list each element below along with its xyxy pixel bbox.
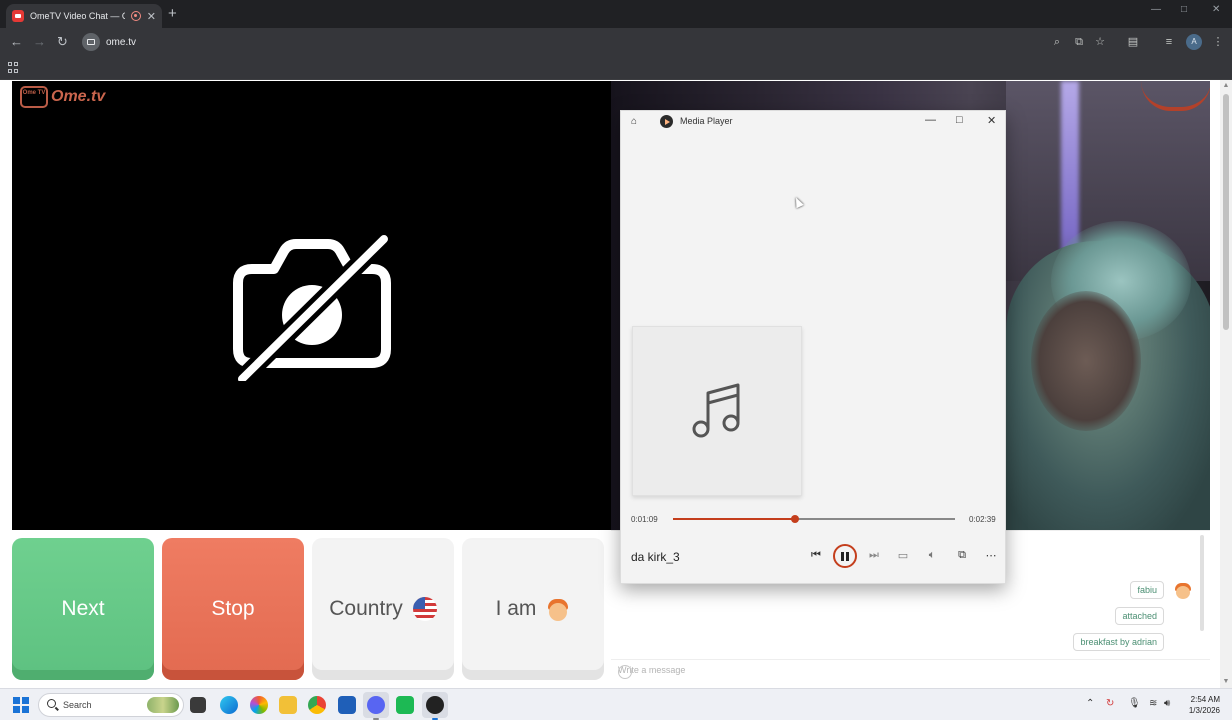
stop-button-label: Stop xyxy=(211,597,255,620)
search-highlight-image xyxy=(147,697,179,713)
gender-button-label: I am xyxy=(495,597,537,620)
file-explorer-icon[interactable] xyxy=(279,696,297,714)
chrome-icon[interactable] xyxy=(308,696,326,714)
own-camera-view: Ome TV Ome.tv xyxy=(12,81,611,530)
ometv-logo[interactable]: Ome TV Ome.tv xyxy=(20,86,105,108)
clock-time: 2:54 AM xyxy=(1190,695,1220,704)
tray-overflow-icon[interactable]: ⌃ xyxy=(1086,698,1094,709)
scroll-down-icon[interactable]: ▼ xyxy=(1222,678,1230,685)
speaker-icon[interactable]: 🔊︎ xyxy=(1164,698,1170,709)
maximize-button[interactable]: □ xyxy=(1181,4,1187,15)
new-tab-button[interactable]: + xyxy=(168,5,177,22)
media-control-icon[interactable]: ≡ xyxy=(1163,36,1175,48)
url-text: ome.tv xyxy=(106,36,137,48)
seek-bar-handle[interactable] xyxy=(791,515,800,523)
menu-icon[interactable]: ⋮ xyxy=(1212,36,1224,48)
taskbar-search[interactable]: Search xyxy=(38,693,184,717)
more-options-icon[interactable]: ⋯ xyxy=(983,549,999,562)
home-icon[interactable]: ⌂ xyxy=(631,116,637,127)
media-player-title: Media Player xyxy=(680,116,733,126)
browser-toolbar: ← → ↻ ome.tv ⌕ ⧉ ☆ ▤ ≡ ⋮ xyxy=(0,28,1232,56)
taskbar-clock[interactable]: 2:54 AM 1/3/2026 xyxy=(1184,694,1220,716)
profile-avatar[interactable]: A xyxy=(1186,34,1202,50)
captions-icon[interactable]: ▭ xyxy=(895,549,911,562)
address-bar[interactable]: ome.tv xyxy=(80,31,1150,53)
seek-bar-progress xyxy=(673,518,796,520)
reload-icon[interactable]: ↻ xyxy=(57,34,68,50)
scroll-up-icon[interactable]: ▲ xyxy=(1222,82,1230,89)
close-window-button[interactable]: ✕ xyxy=(1212,4,1220,15)
mp-maximize-button[interactable]: □ xyxy=(956,114,963,126)
ometv-page: Ome TV Ome.tv ▲ ▼ Next Stop Country I am xyxy=(0,80,1232,688)
ometv-logo-badge: Ome TV xyxy=(20,86,48,108)
seek-bar[interactable] xyxy=(673,515,955,523)
next-track-icon[interactable]: ⏭ xyxy=(866,549,882,562)
discord-icon[interactable] xyxy=(367,696,385,714)
chat-user-avatar xyxy=(1174,581,1192,599)
sync-icon[interactable]: ↻ xyxy=(1106,698,1114,709)
next-button-label: Next xyxy=(61,597,105,620)
chat-message: breakfast by adrian xyxy=(1073,633,1164,651)
forward-icon[interactable]: → xyxy=(33,34,46,49)
gender-button[interactable]: I am xyxy=(462,538,604,680)
edge-icon[interactable] xyxy=(220,696,238,714)
page-scrollbar-thumb[interactable] xyxy=(1223,94,1229,330)
previous-track-icon[interactable]: ⏮ xyxy=(808,549,824,562)
search-icon xyxy=(47,699,56,708)
task-view-icon[interactable] xyxy=(190,697,206,713)
album-art xyxy=(632,326,802,496)
app-icon-green[interactable] xyxy=(396,696,414,714)
track-name: da kirk_3 xyxy=(631,550,680,564)
media-player-titlebar[interactable]: ⌂ Media Player — □ ✕ xyxy=(621,111,1005,133)
minimize-button[interactable]: — xyxy=(1151,4,1161,15)
video-person-face xyxy=(1031,291,1141,431)
wifi-icon[interactable]: ≋ xyxy=(1149,698,1157,709)
stop-button[interactable]: Stop xyxy=(162,538,304,680)
windows-start-icon[interactable] xyxy=(13,697,29,713)
boy-emoji-icon xyxy=(546,597,570,621)
volume-icon[interactable]: 🔈︎ xyxy=(924,549,940,562)
search-label: Search xyxy=(63,700,92,710)
media-player-window: ⌂ Media Player — □ ✕ 0:01:09 0:02:39 da … xyxy=(620,110,1006,584)
miniplayer-icon[interactable]: ⧉ xyxy=(954,549,970,562)
emoji-icon[interactable] xyxy=(618,665,632,679)
chat-message-input[interactable]: Write a message xyxy=(611,659,1210,681)
clock-date: 1/3/2026 xyxy=(1188,706,1220,715)
zoom-icon[interactable]: ⌕ xyxy=(1051,36,1063,48)
pause-button[interactable] xyxy=(833,544,857,568)
youtube-favicon-icon xyxy=(12,10,24,22)
site-info-icon[interactable] xyxy=(82,33,100,51)
chat-message: fabiu xyxy=(1130,581,1164,599)
copilot-icon[interactable] xyxy=(250,696,268,714)
country-button[interactable]: Country xyxy=(312,538,454,680)
screenshot-icon[interactable]: ⧉ xyxy=(1073,36,1085,48)
camera-off-icon xyxy=(233,232,391,381)
total-time: 0:02:39 xyxy=(969,515,996,524)
bookmarks-bar xyxy=(0,56,1232,80)
tab-close-icon[interactable]: ✕ xyxy=(147,10,156,23)
chat-message: attached xyxy=(1115,607,1164,625)
media-player-logo-icon xyxy=(660,115,673,128)
mp-minimize-button[interactable]: — xyxy=(925,114,936,126)
us-flag-icon xyxy=(412,597,437,621)
browser-tabstrip: OmeTV Video Chat — Ome ✕ + — □ ✕ xyxy=(0,0,1232,28)
next-button[interactable]: Next xyxy=(12,538,154,680)
mp-close-button[interactable]: ✕ xyxy=(987,114,996,127)
elapsed-time: 0:01:09 xyxy=(631,515,658,524)
media-player-taskbar-icon[interactable] xyxy=(426,696,444,714)
store-icon[interactable] xyxy=(338,696,356,714)
apps-grid-icon[interactable] xyxy=(8,62,19,73)
windows-taskbar: Search ⌃ ↻ 🎙︎ ≋ 🔊︎ 2:54 AM 1/3/2026 xyxy=(0,688,1232,720)
music-note-icon xyxy=(692,383,740,438)
tab-title: OmeTV Video Chat — Ome xyxy=(30,11,125,21)
tab-ometv[interactable]: OmeTV Video Chat — Ome ✕ xyxy=(6,4,162,28)
chat-scrollbar[interactable] xyxy=(1200,535,1204,631)
back-icon[interactable]: ← xyxy=(10,34,23,49)
ometv-logo-text: Ome.tv xyxy=(51,88,106,105)
side-panel-icon[interactable]: ▤ xyxy=(1127,36,1139,48)
microphone-icon[interactable]: 🎙︎ xyxy=(1128,698,1141,709)
country-button-label: Country xyxy=(329,597,403,620)
bookmark-star-icon[interactable]: ☆ xyxy=(1094,36,1106,48)
recording-indicator-icon xyxy=(130,11,141,21)
